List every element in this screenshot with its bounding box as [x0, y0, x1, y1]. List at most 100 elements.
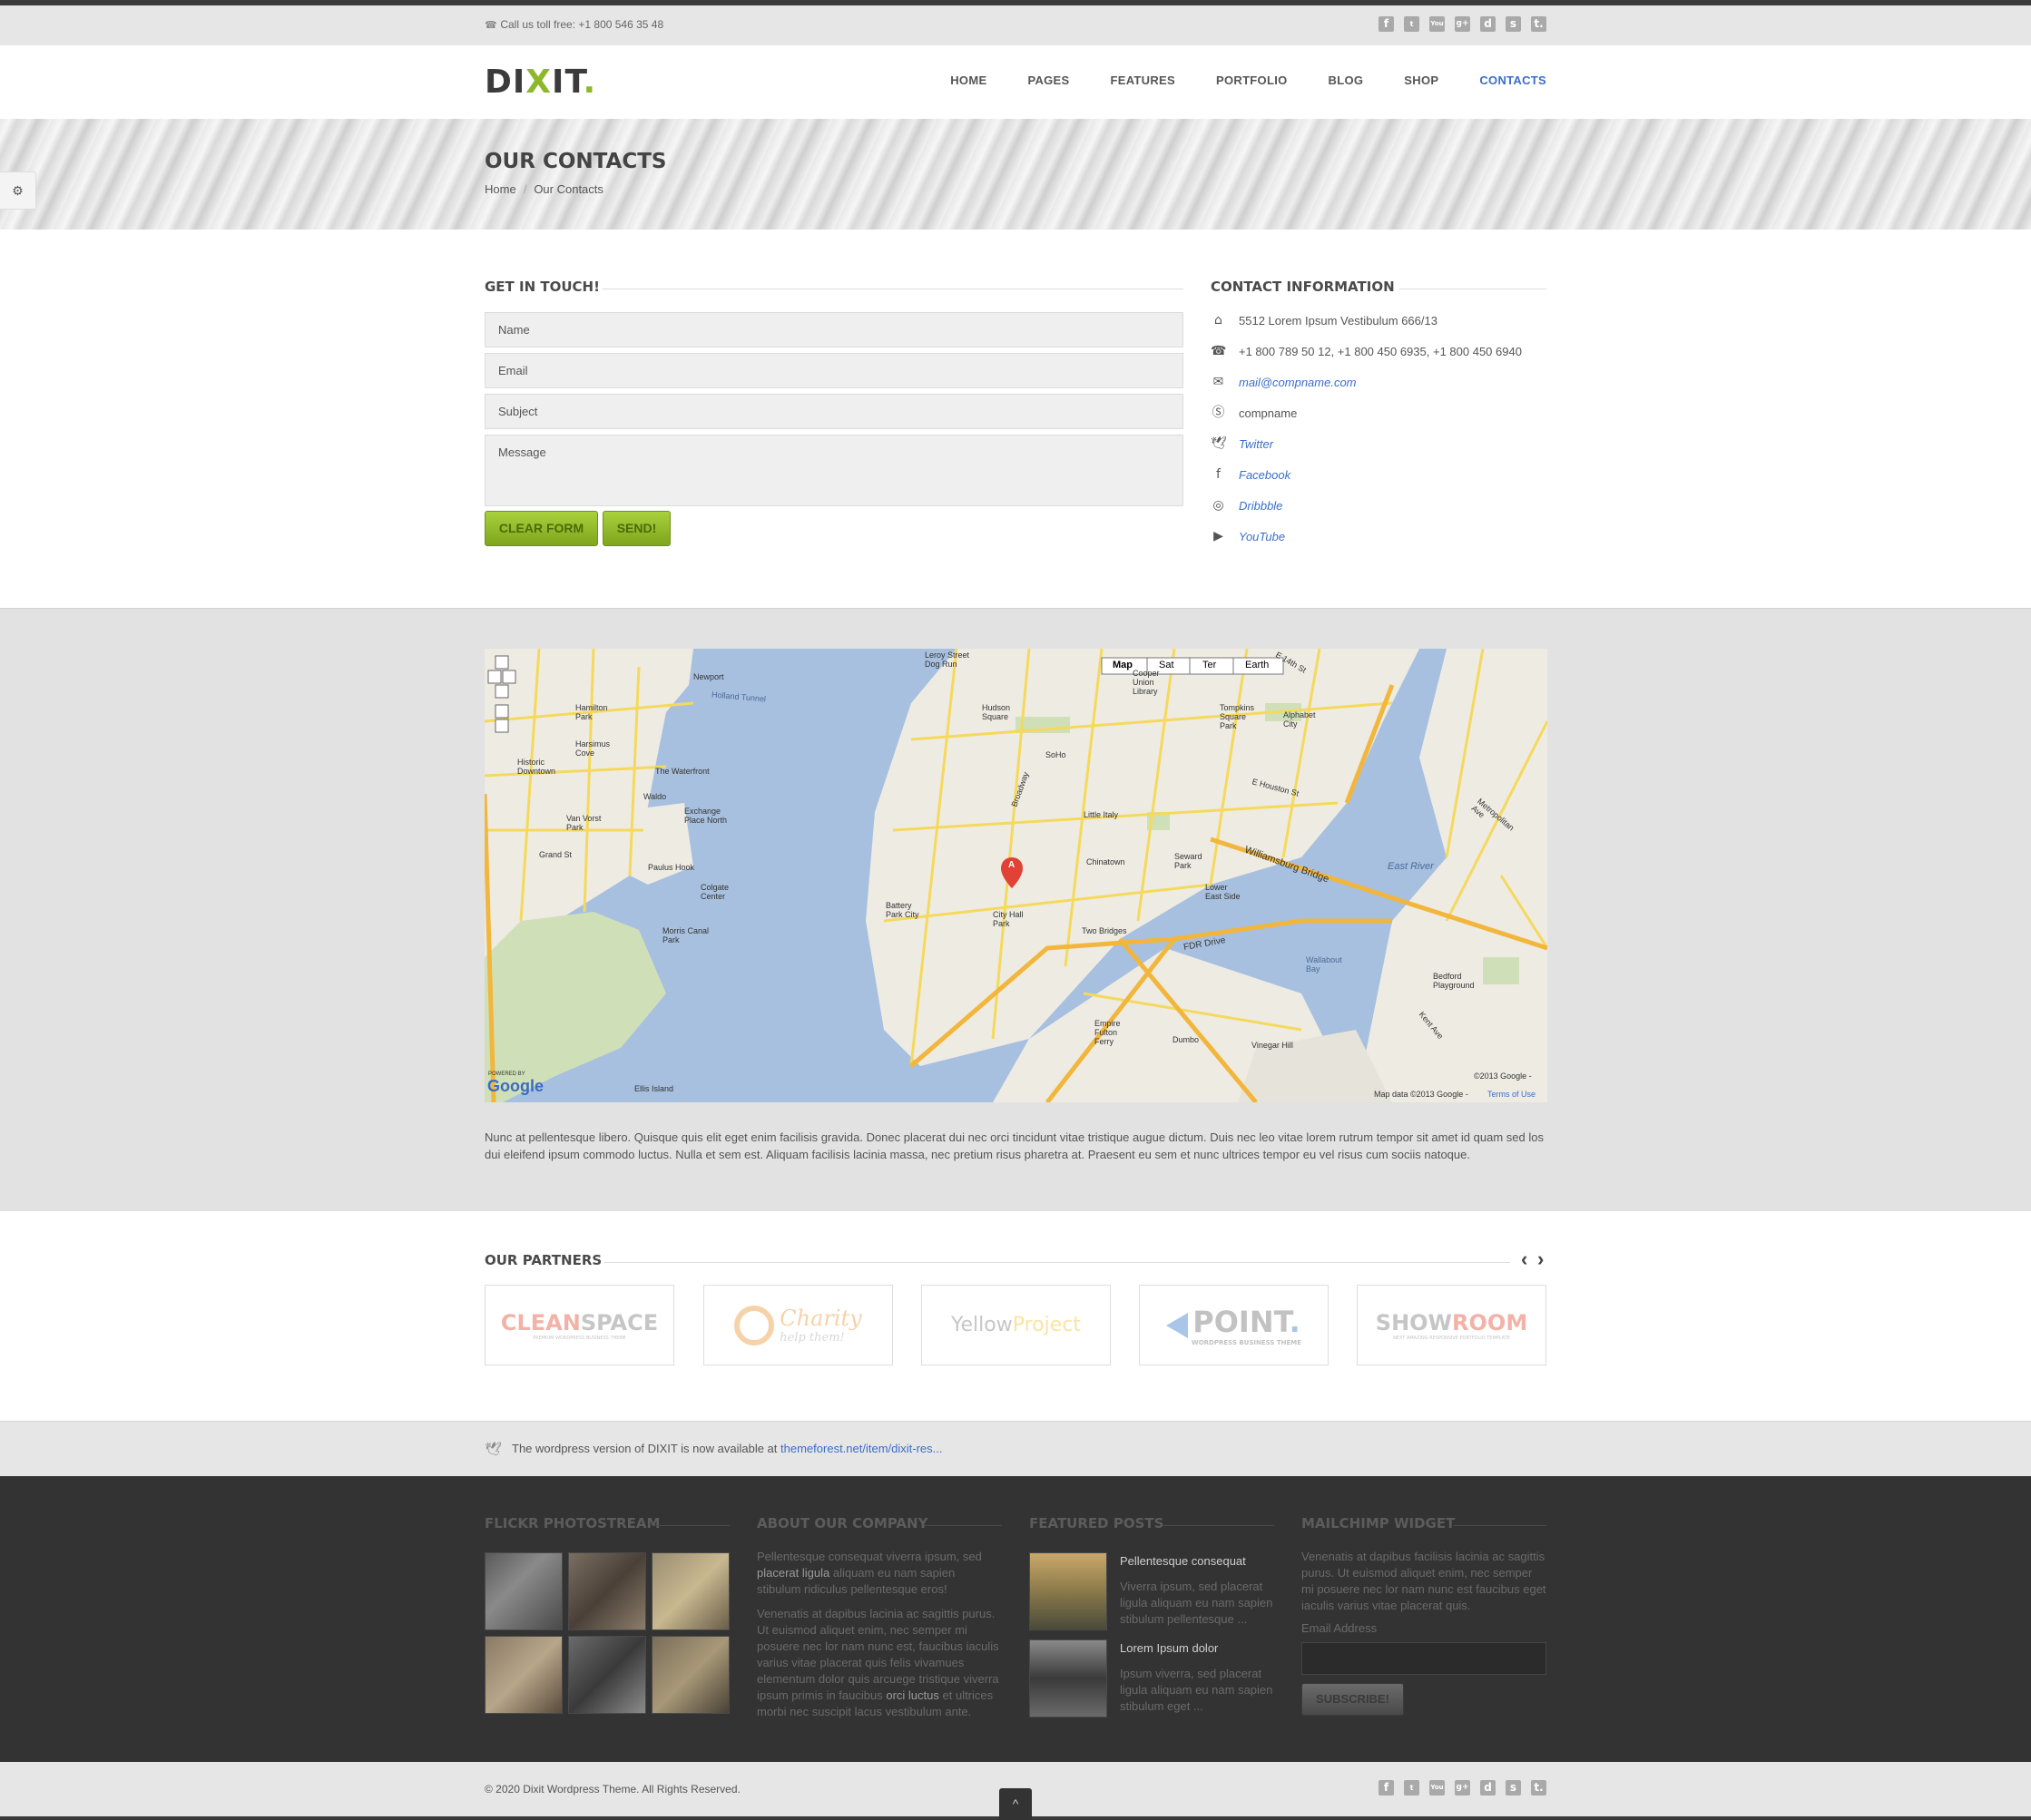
- map-tab-map[interactable]: Map: [1113, 660, 1133, 670]
- copyright-text: © 2020 Dixit Wordpress Theme. All Rights…: [485, 1783, 741, 1796]
- nav-features[interactable]: FEATURES: [1111, 73, 1176, 87]
- google-map[interactable]: Map Sat Ter Earth A Newport Hamilton Par…: [485, 649, 1547, 1102]
- nav-blog[interactable]: BLOG: [1329, 73, 1364, 87]
- top-social-links: f t You g+ d s t.: [1379, 16, 1546, 32]
- contact-facebook: f Facebook: [1211, 465, 1290, 484]
- logo-part-it: IT: [552, 64, 584, 101]
- partners-prev-button[interactable]: ‹: [1521, 1248, 1527, 1271]
- dribbble-link[interactable]: Dribbble: [1239, 499, 1282, 513]
- dribbble-icon[interactable]: d: [1480, 1780, 1496, 1796]
- name-field[interactable]: Name: [485, 312, 1183, 347]
- dribbble-icon[interactable]: d: [1480, 16, 1496, 32]
- about-company-title: ABOUT OUR COMPANY: [757, 1515, 928, 1531]
- map-marker[interactable]: A: [1008, 860, 1015, 870]
- subscribe-button[interactable]: SUBSCRIBE!: [1301, 1683, 1404, 1716]
- nav-shop[interactable]: SHOP: [1404, 73, 1438, 87]
- flickr-photo[interactable]: [485, 1552, 563, 1630]
- breadcrumb-home[interactable]: Home: [485, 182, 516, 196]
- map-terms-link[interactable]: Terms of Use: [1487, 1090, 1536, 1099]
- point-logo-icon: [1165, 1312, 1188, 1338]
- youtube-icon: ▶: [1213, 528, 1223, 543]
- subject-field[interactable]: Subject: [485, 394, 1183, 429]
- twitter-icon[interactable]: t: [1404, 16, 1419, 32]
- google-plus-icon[interactable]: g+: [1455, 16, 1470, 32]
- scroll-to-top-button[interactable]: ^: [999, 1788, 1032, 1820]
- map-tab-ter[interactable]: Ter: [1202, 660, 1216, 670]
- twitter-icon[interactable]: t: [1404, 1780, 1419, 1796]
- partner-charity[interactable]: Charity help them!: [703, 1285, 893, 1365]
- send-button[interactable]: SEND!: [603, 511, 671, 546]
- contact-dribbble: ◎ Dribbble: [1211, 496, 1282, 514]
- featured-post-title[interactable]: Pellentesque consequat: [1120, 1554, 1246, 1568]
- flickr-photo[interactable]: [485, 1636, 563, 1714]
- flickr-photo[interactable]: [568, 1636, 646, 1714]
- partner-cleanspace[interactable]: CLEANSPACE PREMIUM WORDPRESS BUSINESS TH…: [485, 1285, 674, 1365]
- partner-charity-a: Charity: [780, 1306, 862, 1331]
- phones-text: +1 800 789 50 12, +1 800 450 6935, +1 80…: [1239, 344, 1522, 358]
- nav-contacts[interactable]: CONTACTS: [1479, 73, 1546, 87]
- featured-post-thumb[interactable]: [1029, 1639, 1107, 1717]
- phone-label: Call us toll free:: [500, 18, 576, 31]
- latest-tweet: The wordpress version of DIXIT is now av…: [512, 1442, 942, 1455]
- tweet-link[interactable]: themeforest.net/item/dixit-res...: [780, 1442, 942, 1455]
- partners-next-button[interactable]: ›: [1537, 1248, 1544, 1271]
- facebook-link[interactable]: Facebook: [1239, 468, 1290, 482]
- delicious-icon[interactable]: s: [1506, 1780, 1521, 1796]
- featured-post-title[interactable]: Lorem Ipsum dolor: [1120, 1641, 1218, 1655]
- flickr-title: FLICKR PHOTOSTREAM: [485, 1515, 661, 1531]
- phone-number: +1 800 546 35 48: [578, 18, 664, 31]
- site-logo[interactable]: DIXIT.: [485, 64, 596, 101]
- twitter-link[interactable]: Twitter: [1239, 437, 1273, 451]
- map-label: SoHo: [1045, 750, 1066, 759]
- about-paragraph-1: Pellentesque consequat viverra ipsum, se…: [757, 1549, 1002, 1598]
- map-label: City Hall Park: [993, 910, 1024, 928]
- map-label: Historic Downtown: [517, 758, 556, 776]
- facebook-icon[interactable]: f: [1379, 16, 1394, 32]
- logo-dot: .: [583, 64, 597, 101]
- map-tab-earth[interactable]: Earth: [1245, 660, 1269, 670]
- page-title: OUR CONTACTS: [485, 150, 667, 173]
- featured-post-excerpt: Ipsum viverra, sed placerat ligula aliqu…: [1120, 1667, 1273, 1713]
- map-label: Empire Fulton Ferry: [1094, 1019, 1121, 1046]
- about-paragraph-2: Venenatis at dapibus lacinia ac sagittis…: [757, 1606, 1002, 1720]
- nav-pages[interactable]: PAGES: [1027, 73, 1069, 87]
- breadcrumb-current: Our Contacts: [534, 182, 603, 196]
- about-p1-highlight[interactable]: placerat ligula: [757, 1566, 829, 1580]
- featured-post-thumb[interactable]: [1029, 1552, 1107, 1630]
- partner-yellowproject[interactable]: Yellow Project: [921, 1285, 1111, 1365]
- about-p1-a: Pellentesque consequat viverra ipsum, se…: [757, 1550, 982, 1563]
- partner-showroom[interactable]: SHOWROOM NEXT AMAZING RESPONSIVE PORTFOL…: [1357, 1285, 1546, 1365]
- tumblr-icon[interactable]: t.: [1531, 16, 1546, 32]
- latest-tweet-band: 🕊 The wordpress version of DIXIT is now …: [0, 1421, 2031, 1476]
- youtube-icon[interactable]: You: [1429, 16, 1445, 32]
- logo-part-di: DI: [485, 64, 526, 101]
- footer-title-divider: [1163, 1525, 1274, 1526]
- nav-portfolio[interactable]: PORTFOLIO: [1216, 73, 1288, 87]
- facebook-icon[interactable]: f: [1379, 1780, 1394, 1796]
- partner-point[interactable]: POINT. WORDPRESS BUSINESS THEME: [1139, 1285, 1329, 1365]
- clear-form-button[interactable]: CLEAR FORM: [485, 511, 598, 546]
- flickr-photo[interactable]: [568, 1552, 646, 1630]
- delicious-icon[interactable]: s: [1506, 16, 1521, 32]
- map-label: Vinegar Hill: [1251, 1041, 1293, 1050]
- style-switcher-gear-icon[interactable]: ⚙: [0, 171, 36, 210]
- map-data-text: Map data ©2013 Google -: [1374, 1090, 1468, 1099]
- email-link[interactable]: mail@compname.com: [1239, 376, 1357, 389]
- youtube-icon[interactable]: You: [1429, 1780, 1445, 1796]
- tumblr-icon[interactable]: t.: [1531, 1780, 1546, 1796]
- newsletter-email-input[interactable]: [1301, 1642, 1546, 1675]
- about-p2-highlight[interactable]: orci luctus: [886, 1688, 939, 1702]
- flickr-photo[interactable]: [652, 1552, 730, 1630]
- message-field[interactable]: Message: [485, 435, 1183, 506]
- email-field[interactable]: Email: [485, 353, 1183, 388]
- map-label: Hamilton Park: [575, 703, 608, 721]
- contact-youtube: ▶ YouTube: [1211, 527, 1285, 545]
- google-plus-icon[interactable]: g+: [1455, 1780, 1470, 1796]
- email-address-label: Email Address: [1301, 1621, 1378, 1635]
- nav-home[interactable]: HOME: [950, 73, 986, 87]
- partner-yellow-b: Project: [1012, 1314, 1081, 1336]
- flickr-photo[interactable]: [652, 1636, 730, 1714]
- youtube-link[interactable]: YouTube: [1239, 530, 1285, 543]
- map-label: Colgate Center: [701, 883, 730, 901]
- map-label: Chinatown: [1086, 857, 1125, 866]
